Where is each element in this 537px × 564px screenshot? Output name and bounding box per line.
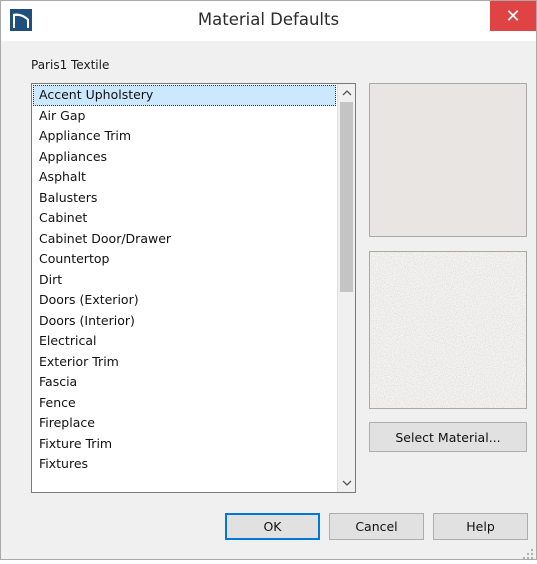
- material-color-preview: [369, 83, 527, 237]
- select-material-button[interactable]: Select Material...: [369, 422, 527, 452]
- material-list-item[interactable]: Cabinet Door/Drawer: [33, 229, 336, 250]
- material-list-item[interactable]: Fireplace: [33, 413, 336, 434]
- title-bar[interactable]: Material Defaults ✕: [1, 1, 536, 41]
- material-list-item[interactable]: Fence: [33, 393, 336, 414]
- material-list-item[interactable]: Fixture Trim: [33, 434, 336, 455]
- list-scrollbar[interactable]: [337, 84, 355, 492]
- material-texture-preview: [369, 251, 527, 409]
- material-set-label: Paris1 Textile: [31, 58, 110, 72]
- material-list-item[interactable]: Accent Upholstery: [33, 85, 336, 106]
- material-list-item[interactable]: Countertop: [33, 249, 336, 270]
- resize-grip-icon[interactable]: [522, 545, 534, 559]
- material-list-item[interactable]: Exterior Trim: [33, 352, 336, 373]
- close-button[interactable]: ✕: [490, 1, 536, 31]
- help-button[interactable]: Help: [433, 513, 528, 540]
- material-list-item[interactable]: Air Gap: [33, 106, 336, 127]
- ok-button[interactable]: OK: [225, 513, 320, 540]
- materials-listbox[interactable]: Accent Upholstery Air Gap Appliance Trim Ap…: [31, 83, 356, 493]
- material-list-item[interactable]: Appliances: [33, 147, 336, 168]
- material-list-item[interactable]: Doors (Exterior): [33, 290, 336, 311]
- material-list-item[interactable]: Cabinet: [33, 208, 336, 229]
- scroll-up-arrow-icon[interactable]: [338, 84, 355, 102]
- material-list-item[interactable]: Fascia: [33, 372, 336, 393]
- material-list-item[interactable]: Electrical: [33, 331, 336, 352]
- materials-list: Accent Upholstery Air Gap Appliance Trim Ap…: [33, 85, 336, 475]
- close-icon: ✕: [505, 5, 521, 27]
- cancel-button[interactable]: Cancel: [329, 513, 424, 540]
- material-list-item[interactable]: Fixtures: [33, 454, 336, 475]
- material-defaults-dialog: Material Defaults ✕ Paris1 Textile Accen…: [0, 0, 537, 560]
- scroll-thumb[interactable]: [340, 102, 353, 292]
- window-title: Material Defaults: [197, 10, 340, 29]
- scroll-down-arrow-icon[interactable]: [338, 474, 355, 492]
- material-list-item[interactable]: Doors (Interior): [33, 311, 336, 332]
- material-list-item[interactable]: Appliance Trim: [33, 126, 336, 147]
- material-list-item[interactable]: Dirt: [33, 270, 336, 291]
- material-list-item[interactable]: Asphalt: [33, 167, 336, 188]
- material-list-item[interactable]: Balusters: [33, 188, 336, 209]
